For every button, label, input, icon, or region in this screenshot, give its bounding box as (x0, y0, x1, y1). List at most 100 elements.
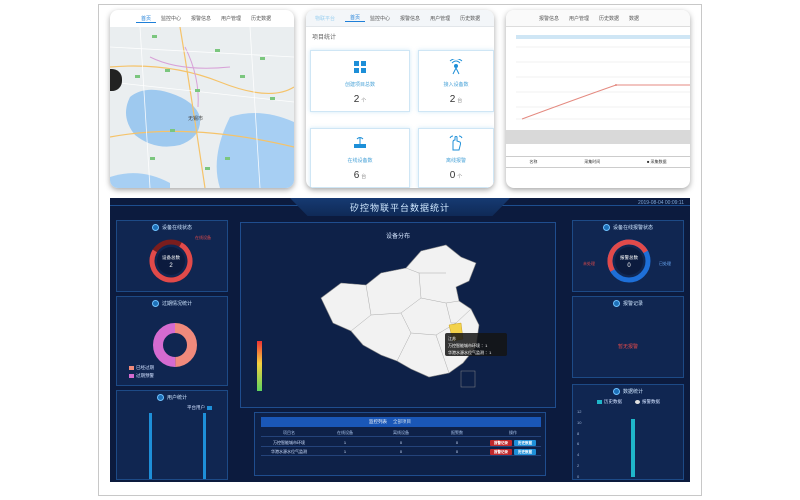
svg-text:设备总数: 设备总数 (162, 254, 180, 261)
legend-expired: 已经过期 (129, 365, 154, 371)
map-nav: 首页 监控中心 报警信息 用户管理 历史数据 (110, 10, 294, 27)
router-icon (354, 137, 366, 148)
stat-value: 2个 (353, 94, 367, 105)
panel-title: 数据统计 (622, 388, 643, 395)
device-distribution-map[interactable]: 设备分布 (240, 222, 556, 408)
expired-donut-chart (153, 323, 197, 367)
monitor-title: 监控列表 (369, 419, 387, 424)
panel-title: 报警记录 (622, 300, 643, 307)
signal-tower-icon (449, 59, 463, 75)
user-bar (149, 413, 152, 479)
panel-icon (151, 223, 159, 231)
handled-label: 已处理 (659, 261, 671, 266)
nav-item-history[interactable]: 历史数据 (594, 15, 624, 22)
user-bar (203, 413, 206, 479)
alarm-record-button[interactable]: 报警记录 (490, 448, 512, 455)
nav-item-users[interactable]: 用户管理 (216, 15, 246, 22)
stat-card-alarms[interactable]: 离线报警 0个 (418, 128, 494, 188)
stats-nav: 物联平台 首页 监控中心 报警信息 用户管理 历史数据 (306, 10, 494, 27)
panel-icon (612, 387, 620, 395)
expired-panel: 过期情况统计 已经过期 过期预警 (116, 296, 228, 386)
nav-item-monitor[interactable]: 监控中心 (156, 15, 186, 22)
y-axis: 12 10 86 42 0 (577, 409, 582, 479)
panel-title: 设备在线状态 (161, 224, 192, 231)
legend-platform-users: 平台用户 (187, 405, 212, 411)
history-data-button[interactable]: 历史数据 (514, 439, 536, 446)
stat-card-online[interactable]: 在线设备数 6台 (310, 128, 410, 188)
hand-alarm-icon (449, 135, 463, 151)
stats-logo: 物联平台 (315, 15, 336, 22)
device-ring-chart: 设备总数 2 (149, 239, 193, 283)
map-tooltip: 江苏 万控智能城市环境 ：1 华港水源水位气监测 ：1 (445, 333, 507, 356)
panel-icon (602, 223, 610, 231)
map-caption: 设备分布 (385, 234, 410, 240)
stat-label: 在线设备数 (347, 158, 373, 164)
building-icon (354, 61, 366, 73)
dashboard-screen: 矽控物联平台数据统计 2019-08-04 00:09:11 设备在线状态 设备… (110, 198, 690, 482)
legend-warning: 过期预警 (129, 373, 154, 379)
stat-label: 离线报警 (445, 158, 466, 164)
stat-value: 0个 (449, 170, 463, 181)
alarm-ring-chart: 报警总数 0 (607, 239, 651, 283)
nav-item-users[interactable]: 用户管理 (425, 15, 455, 22)
monitor-list-header: 监控列表 全部项目 (261, 417, 541, 427)
data-stats-panel: 数据统计 历史数据 报警数据 12 10 86 42 0 (572, 384, 684, 480)
nav-item-history[interactable]: 历史数据 (455, 15, 485, 22)
scrollbar-strip[interactable] (506, 130, 690, 144)
stats-thumbnail: 物联平台 首页 监控中心 报警信息 用户管理 历史数据 项目统计 创建项目总数 … (306, 10, 494, 188)
south-sea-inset (460, 370, 476, 388)
map-place-label: 无锡市 (188, 115, 203, 122)
col-name: 名称 (529, 159, 538, 164)
nav-item-home[interactable]: 首页 (345, 14, 366, 22)
alarm-record-button[interactable]: 报警记录 (490, 439, 512, 446)
nav-item-home[interactable]: 首页 (136, 15, 157, 23)
unhandled-label: 未处理 (583, 261, 595, 266)
china-map (320, 244, 480, 388)
user-stats-panel: 用户统计 平台用户 (116, 390, 228, 480)
history-data-bar (631, 419, 635, 477)
map-thumbnail: 首页 监控中心 报警信息 用户管理 历史数据 无锡市 (110, 10, 294, 188)
stat-value: 2台 (449, 94, 463, 105)
history-line-chart (506, 27, 690, 127)
panel-icon (156, 393, 164, 401)
alarm-log-panel: 报警记录 暂无报警 (572, 296, 684, 378)
legend-history-data: 历史数据 (597, 399, 622, 405)
panel-icon (151, 299, 159, 307)
panel-icon (612, 299, 620, 307)
col-data: ■ 采集数据 (647, 159, 667, 164)
table-row: 万控智能城市环境 1 00 报警记录 历史数据 (261, 439, 541, 447)
panel-title: 设备在线报警状态 (612, 224, 653, 231)
table-row: 华港水源水位气监测 1 00 报警记录 历史数据 (261, 448, 541, 456)
history-thumbnail: 报警信息 用户管理 历史数据 数据 名称 采集时间 ■ 采集数据 (506, 10, 690, 188)
alarm-empty-text: 暂无报警 (617, 344, 638, 350)
svg-text:报警总数: 报警总数 (620, 254, 638, 261)
nav-item-monitor[interactable]: 监控中心 (365, 15, 395, 22)
monitor-filter[interactable]: 全部项目 (393, 419, 411, 425)
nav-item-users[interactable]: 用户管理 (564, 15, 594, 22)
monitor-list-panel: 监控列表 全部项目 项目名 在线设备 离线设备 报警数 操作 万控智能城市环境 1 0… (254, 412, 546, 476)
stat-card-devices[interactable]: 接入设备数 2台 (418, 50, 494, 112)
alarm-status-panel: 设备在线报警状态 报警总数 0 未处理 已处理 (572, 220, 684, 292)
history-table-header: 名称 采集时间 ■ 采集数据 (506, 156, 690, 168)
nav-item-history[interactable]: 历史数据 (246, 15, 276, 22)
map-view[interactable]: 无锡市 (110, 26, 294, 188)
col-time: 采集时间 (584, 159, 601, 164)
history-data-button[interactable]: 历史数据 (514, 448, 536, 455)
dashboard-time: 2019-08-04 00:09:11 (637, 200, 684, 206)
stat-card-projects[interactable]: 创建项目总数 2个 (310, 50, 410, 112)
monitor-columns: 项目名 在线设备 离线设备 报警数 操作 (261, 429, 541, 437)
dashboard-title: 矽控物联平台数据统计 (349, 204, 450, 214)
panel-title: 用户统计 (166, 394, 187, 401)
stat-label: 接入设备数 (443, 82, 469, 88)
stats-heading: 项目统计 (312, 35, 337, 41)
heat-legend-bar (257, 341, 262, 391)
nav-item-alarm[interactable]: 报警信息 (186, 15, 216, 22)
stat-value: 6台 (353, 170, 367, 181)
nav-item-alarm[interactable]: 报警信息 (534, 15, 564, 22)
nav-item-alarm[interactable]: 报警信息 (395, 15, 425, 22)
legend-alarm-data: 报警数据 (635, 399, 660, 405)
panel-title: 过期情况统计 (161, 300, 192, 307)
nav-item-data[interactable]: 数据 (624, 15, 644, 22)
history-nav: 报警信息 用户管理 历史数据 数据 (506, 10, 690, 27)
stat-label: 创建项目总数 (344, 82, 375, 88)
